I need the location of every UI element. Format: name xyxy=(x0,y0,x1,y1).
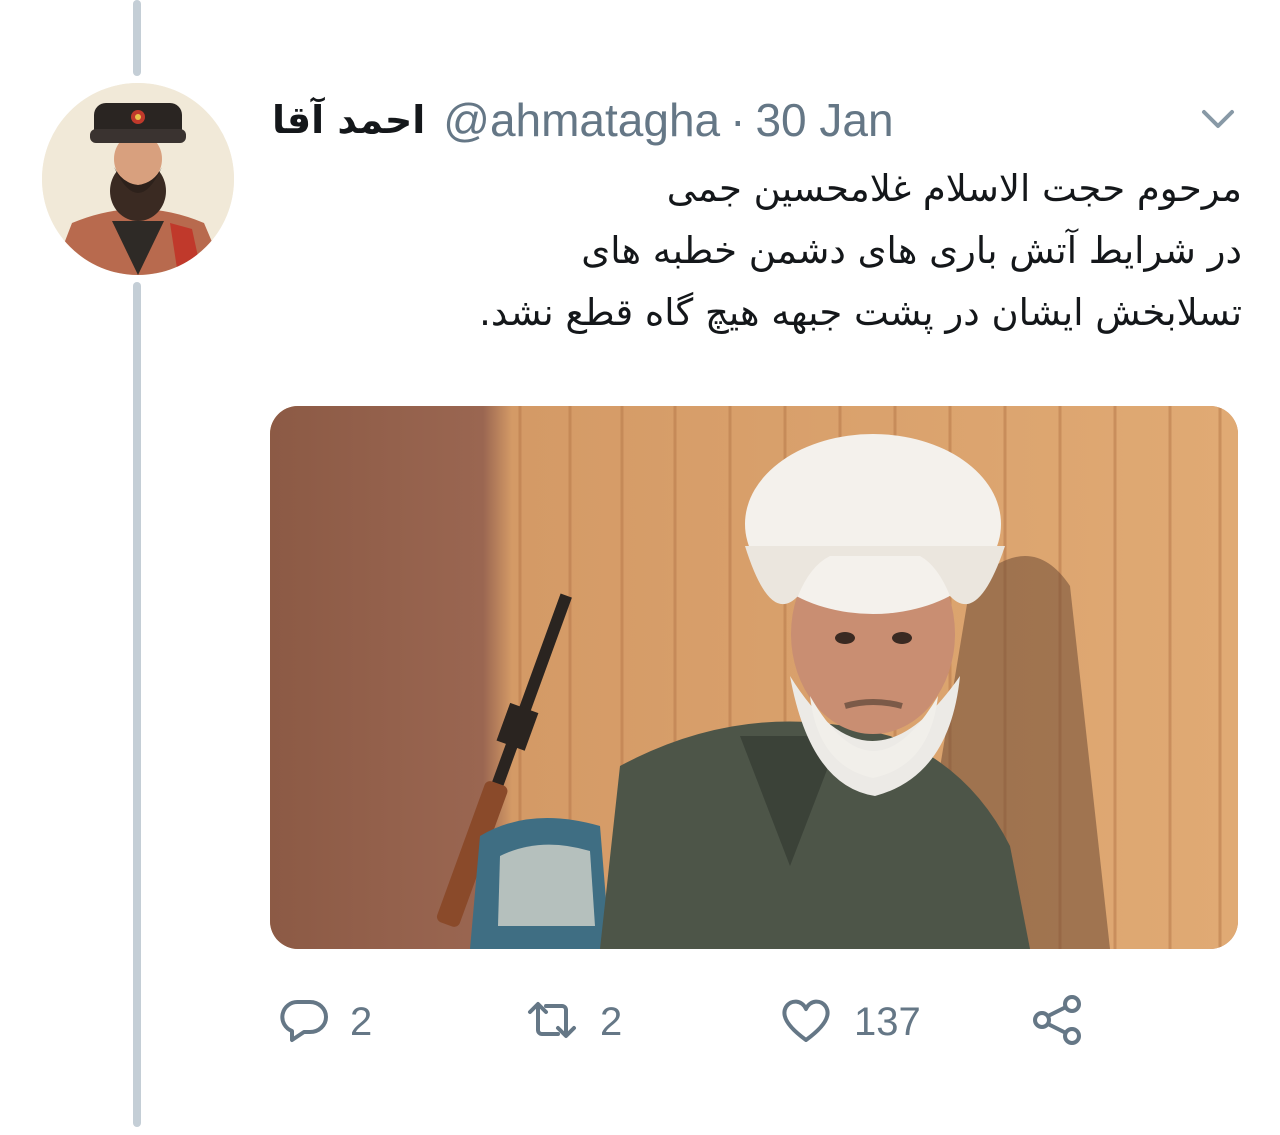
tweet-text-line: تسلابخش ایشان در پشت جبهه هیچ گاه قطع نش… xyxy=(479,291,1242,334)
retweet-count: 2 xyxy=(600,999,623,1044)
display-name[interactable]: احمد آقا xyxy=(272,98,425,142)
retweet-icon xyxy=(522,992,582,1052)
avatar[interactable] xyxy=(42,83,234,275)
thread-line-bottom xyxy=(133,282,141,1127)
tweet-text: مرحوم حجت الاسلام غلامحسین جمی در شرایط … xyxy=(272,158,1242,344)
reply-button[interactable]: 2 xyxy=(276,990,372,1054)
reply-count: 2 xyxy=(350,999,373,1044)
heart-icon xyxy=(776,992,836,1052)
share-icon xyxy=(1028,992,1088,1052)
tweet-photo[interactable] xyxy=(270,406,1238,949)
like-button[interactable]: 137 xyxy=(776,990,921,1054)
tweet-date[interactable]: 30 Jan xyxy=(755,93,893,147)
tweet-action-bar: 2 2 137 xyxy=(272,990,1172,1054)
chevron-down-icon[interactable] xyxy=(1196,98,1240,138)
tweet-text-line: در شرایط آتش باری های دشمن خطبه های xyxy=(581,229,1242,272)
tweet-header: احمد آقا @ahmatagha · 30 Jan xyxy=(272,88,894,152)
share-button[interactable] xyxy=(1028,990,1088,1054)
tweet-page: احمد آقا @ahmatagha · 30 Jan مرحوم حجت ا… xyxy=(0,0,1280,1135)
reply-icon xyxy=(276,992,332,1052)
header-separator: · xyxy=(730,94,746,146)
thread-line-top xyxy=(133,0,141,76)
like-count: 137 xyxy=(854,999,921,1044)
retweet-button[interactable]: 2 xyxy=(522,990,622,1054)
user-handle[interactable]: @ahmatagha xyxy=(443,93,720,147)
tweet-text-line: مرحوم حجت الاسلام غلامحسین جمی xyxy=(666,167,1242,210)
